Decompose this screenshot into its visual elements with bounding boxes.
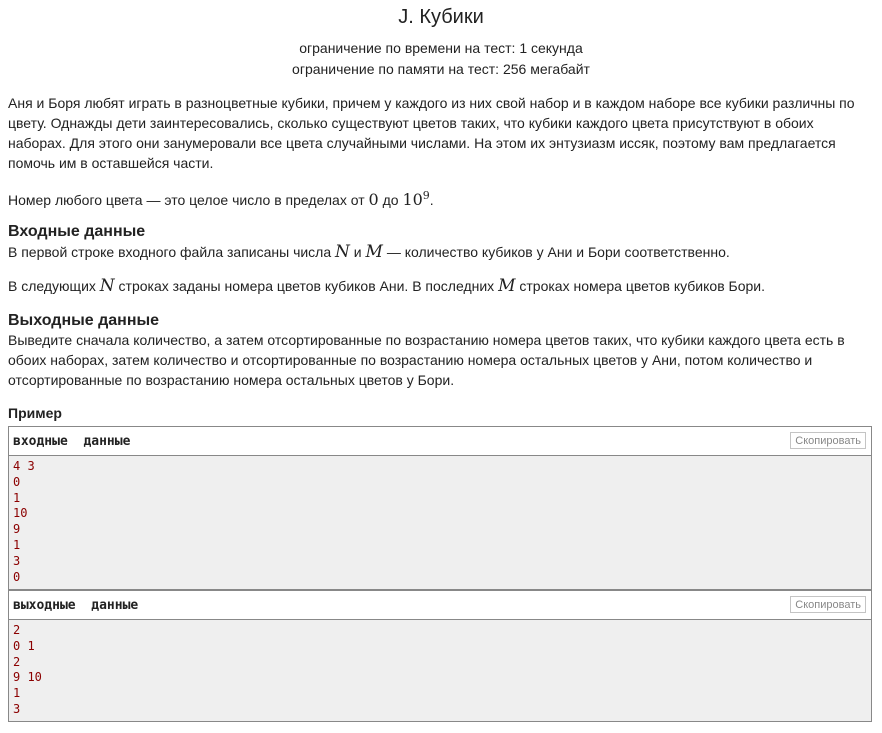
- input-paragraph-1: В первой строке входного файла записаны …: [8, 242, 870, 262]
- range-high-base: 10: [402, 190, 423, 209]
- sample-input-header: входные данные Скопировать: [9, 427, 871, 456]
- input-line: 1: [13, 490, 21, 505]
- input-p1-suffix: — количество кубиков у Ани и Бори соотве…: [382, 244, 730, 260]
- input-p2-suffix: строках номера цветов кубиков Бори.: [515, 278, 765, 294]
- input-line: 9: [13, 522, 21, 537]
- output-line: 9 10: [13, 670, 42, 685]
- input-p2-prefix: В следующих: [8, 278, 100, 294]
- input-line: 1: [13, 537, 21, 552]
- var-n: N: [335, 242, 350, 262]
- input-line: 10: [13, 506, 28, 521]
- range-prefix: Номер любого цвета — это целое число в п…: [8, 192, 369, 208]
- time-limit: ограничение по времени на тест: 1 секунд…: [299, 40, 583, 56]
- output-section-title: Выходные данные: [8, 312, 160, 329]
- input-paragraph-2: В следующих N строках заданы номера цвет…: [8, 276, 870, 296]
- input-line: 0: [13, 569, 21, 584]
- output-paragraph: Выведите сначала количество, а затем отс…: [8, 332, 845, 388]
- color-range-statement: Номер любого цвета — это целое число в п…: [8, 186, 870, 210]
- var-m: M: [498, 276, 516, 296]
- sample-input-content[interactable]: 4 3 0 1 10 9 1 3 0: [9, 456, 871, 585]
- input-line: 4 3: [13, 459, 35, 473]
- range-high-exp: 9: [422, 189, 430, 202]
- problem-title: J. Кубики: [398, 6, 484, 28]
- sample-output-content[interactable]: 20 129 10 1 3: [9, 620, 871, 718]
- output-line: 3: [13, 701, 21, 716]
- copy-input-button[interactable]: Скопировать: [790, 432, 866, 449]
- var-m: M: [365, 242, 383, 262]
- output-line: 2: [13, 623, 21, 637]
- output-line: 2: [13, 654, 21, 669]
- example-title: Пример: [8, 405, 62, 421]
- var-n: N: [99, 276, 115, 296]
- sample-input-label: входные данные: [13, 434, 131, 449]
- range-mid: до: [378, 192, 403, 208]
- input-p1-prefix: В первой строке входного файла записаны …: [8, 244, 336, 260]
- input-line: 3: [13, 553, 21, 568]
- input-p2-middle: строках заданы номера цветов кубиков Ани…: [114, 278, 499, 294]
- output-line: 0 1: [13, 638, 35, 653]
- input-line: 0: [13, 474, 21, 489]
- memory-limit: ограничение по памяти на тест: 256 мегаб…: [292, 61, 590, 77]
- sample-output-box: выходные данные Скопировать 20 129 10 1 3: [8, 590, 872, 722]
- sample-input-box: входные данные Скопировать 4 3 0 1 10 9 1 3 0: [8, 426, 872, 590]
- input-p1-and: и: [349, 244, 366, 260]
- range-suffix: .: [429, 192, 434, 208]
- range-low: 0: [368, 190, 379, 209]
- range-high: 109: [402, 189, 430, 209]
- problem-legend: Аня и Боря любят играть в разноцветные к…: [8, 95, 855, 171]
- input-section-title: Входные данные: [8, 223, 146, 240]
- sample-output-label: выходные данные: [13, 598, 139, 613]
- sample-output-header: выходные данные Скопировать: [9, 591, 871, 620]
- copy-output-button[interactable]: Скопировать: [790, 596, 866, 613]
- problem-page: J. Кубики ограничение по времени на тест…: [0, 0, 882, 733]
- output-line: 1: [13, 686, 21, 701]
